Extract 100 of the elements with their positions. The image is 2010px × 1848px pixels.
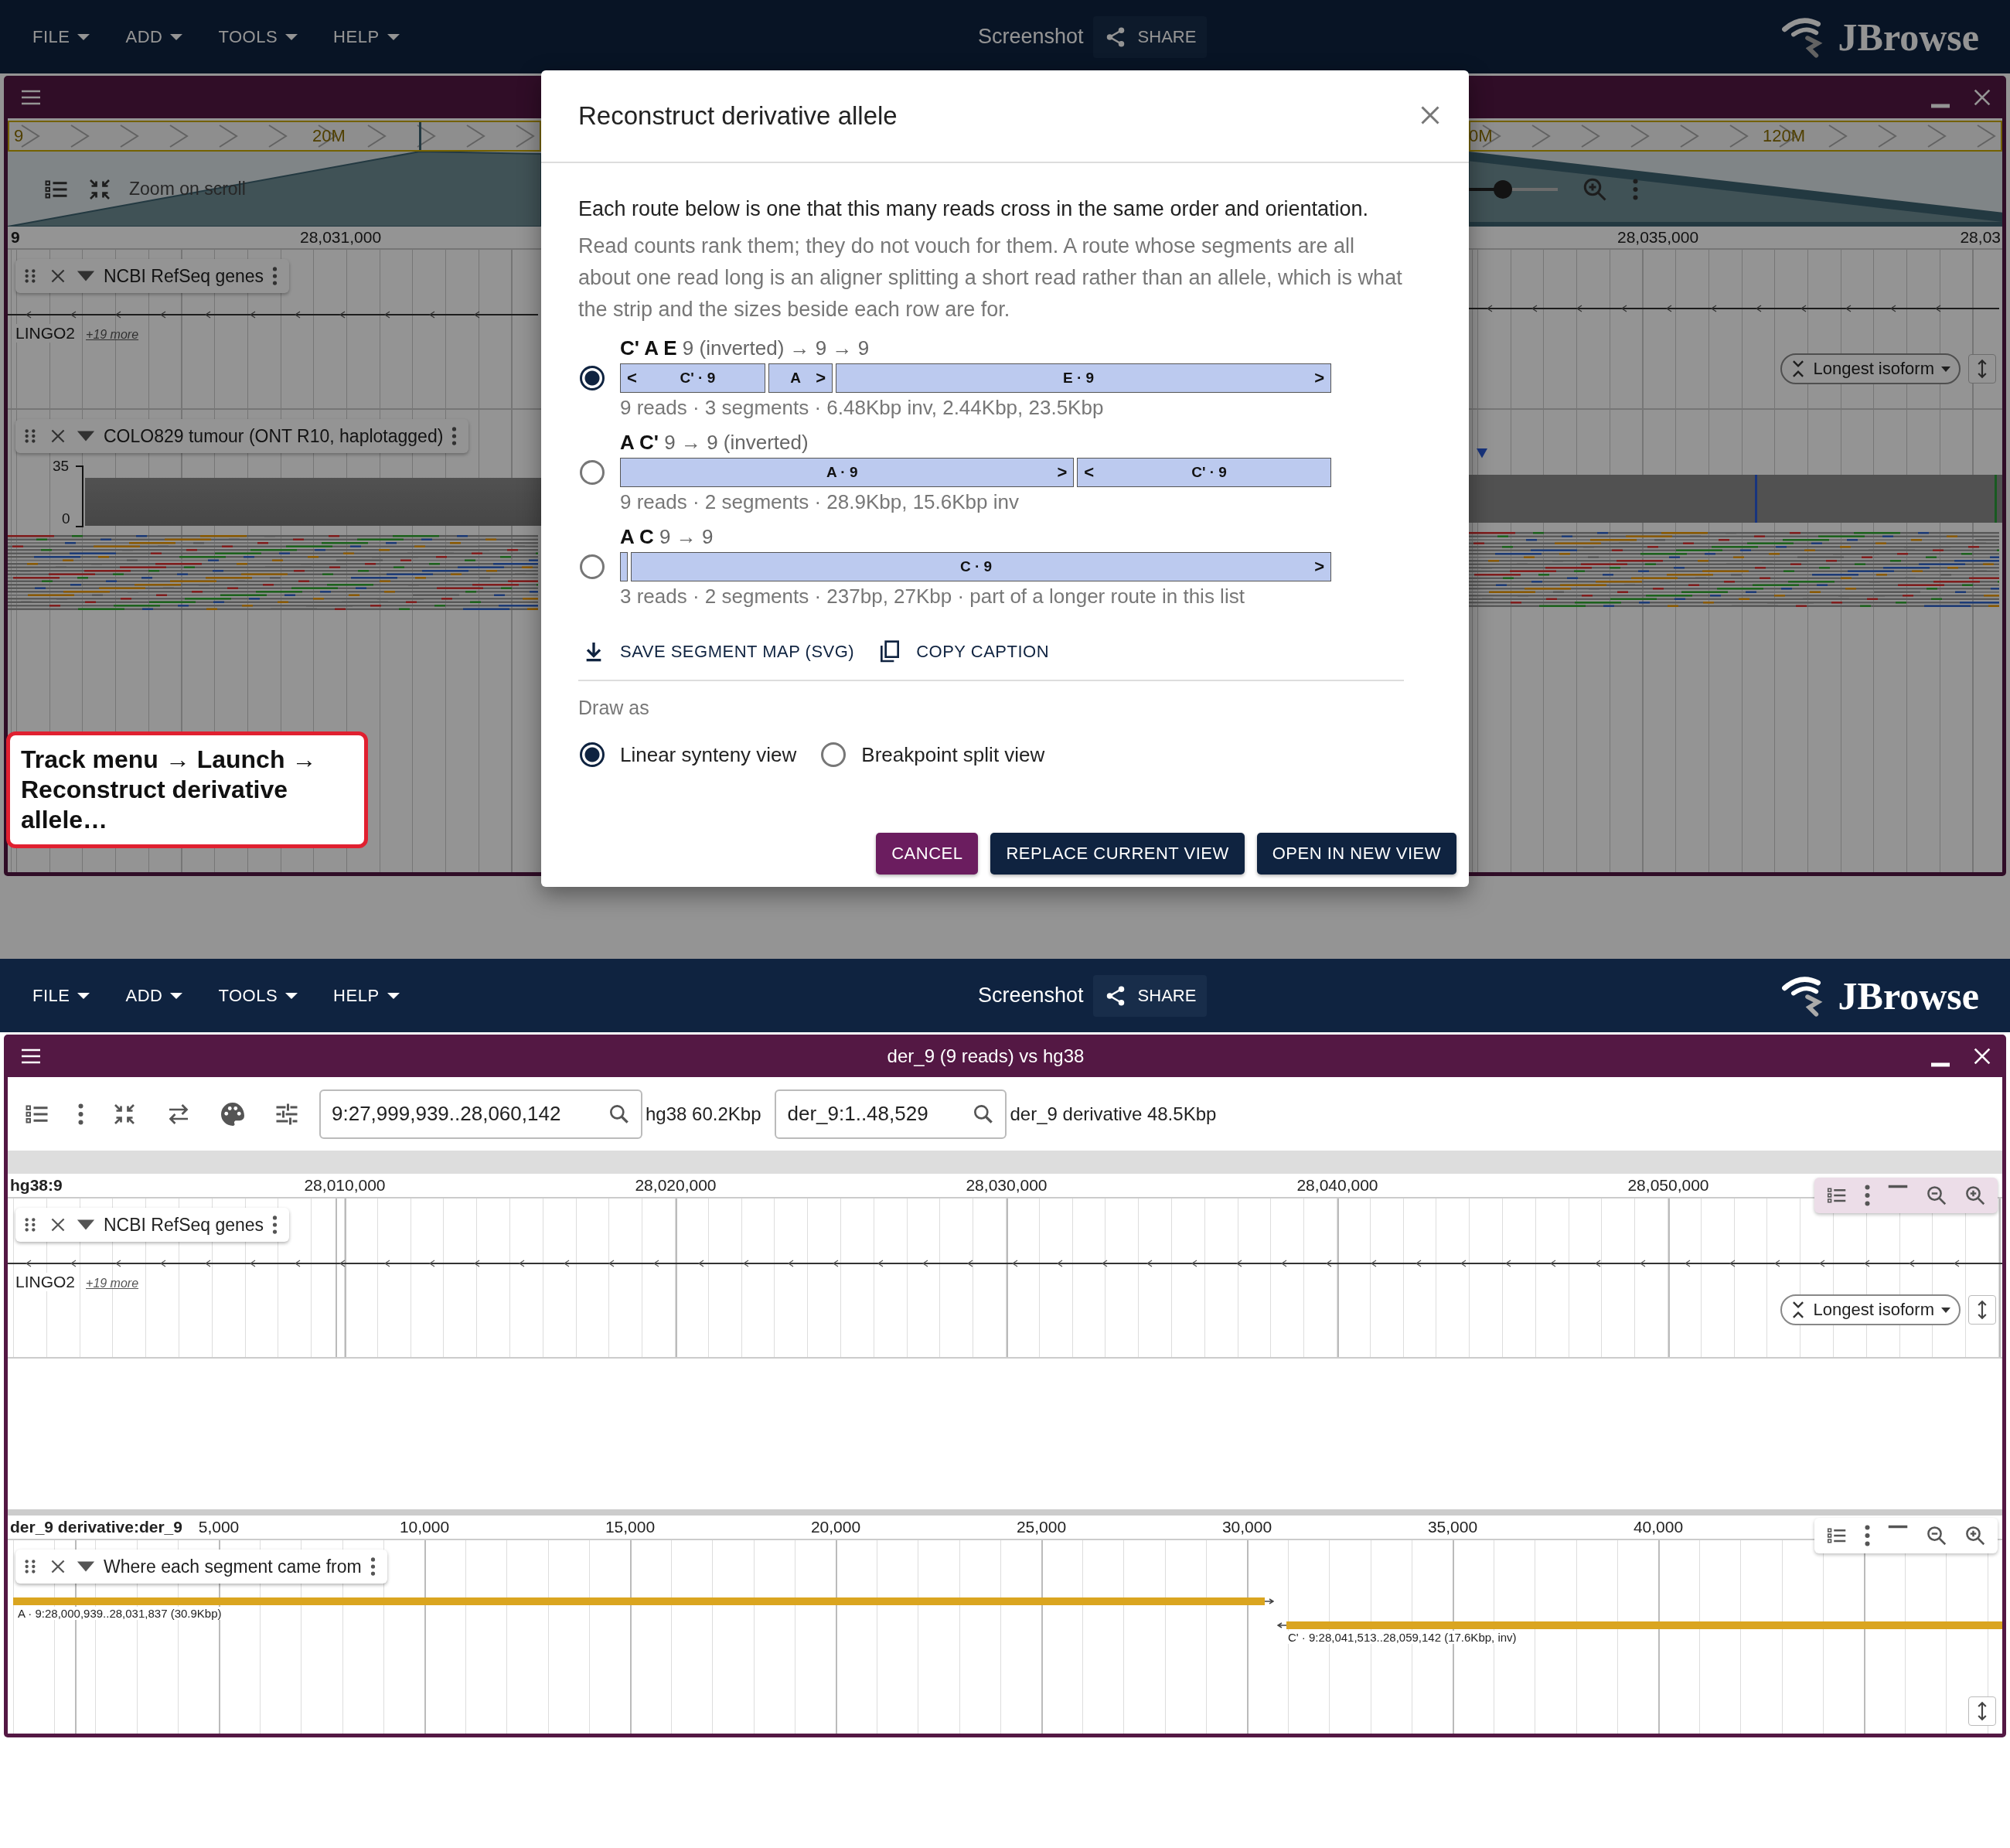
section-label: Draw as (578, 697, 650, 719)
action-button[interactable]: SAVE SEGMENT MAP (SVG) (581, 635, 855, 669)
ruler-label: 9 (11, 228, 20, 247)
session-title: Screenshot (978, 984, 1084, 1008)
segment-label: C' · 9:28,041,513..28,059,142 (17.6Kbp, inv) (1288, 1631, 1517, 1644)
resize-button[interactable] (1968, 354, 1996, 384)
caret-icon (387, 992, 400, 999)
segment-label: A · 9:28,000,939..28,031,837 (30.9Kbp) (18, 1607, 222, 1620)
marker-icon (1477, 448, 1487, 459)
radio-button[interactable] (821, 742, 847, 767)
more-icon (271, 1215, 279, 1235)
radio-button[interactable] (580, 554, 605, 579)
ruler-label: 10,000 (399, 1518, 450, 1536)
track-name: Where each segment came from (104, 1556, 362, 1577)
route-label: A C 9 → 9 (620, 525, 714, 549)
resize-icon (1978, 1701, 1987, 1721)
assembly-label: der_9 derivative 48.5Kbp (1010, 1103, 1217, 1125)
segment-block: E · 9 > (836, 363, 1331, 393)
dialog-title: Reconstruct derivative allele (578, 101, 898, 131)
ruler-label: 28,050,000 (1627, 1176, 1709, 1195)
zoom-in-icon (1964, 1184, 1987, 1207)
menu-button[interactable]: HELP (324, 19, 409, 55)
ruler-label: 5,000 (198, 1518, 240, 1536)
caret-icon (285, 33, 298, 40)
share-button[interactable]: SHARE (1092, 15, 1208, 58)
isoform-button[interactable]: Longest isoform (1780, 1294, 1961, 1325)
track-name: NCBI RefSeq genes (104, 265, 264, 287)
caret-icon (170, 33, 183, 40)
caret-icon (1940, 1306, 1951, 1314)
ruler-label: 28,03 (1960, 228, 2001, 247)
segment-block: < C' · 9 (620, 363, 765, 393)
cancel-button[interactable]: CANCEL (876, 833, 979, 875)
ruler-label: 40,000 (1633, 1518, 1684, 1536)
menu-button[interactable]: HELP (324, 977, 409, 1014)
ruler-label: 28,031,000 (300, 228, 382, 247)
track-name: COLO829 tumour (ONT R10, haplotagged) (104, 425, 444, 447)
route-label: C' A E 9 (inverted) → 9 → 9 (620, 336, 870, 360)
segment-block: < C' · 9 (1077, 458, 1331, 487)
caret-icon (170, 992, 183, 999)
ruler-label: 28,040,000 (1296, 1176, 1378, 1195)
segment-block: C · 9 > (631, 552, 1331, 581)
more-icon (1864, 1184, 1871, 1207)
action-button[interactable]: OPEN IN NEW VIEW (1256, 833, 1456, 875)
minus-icon (1886, 1524, 1910, 1529)
radio-button[interactable] (580, 742, 605, 767)
route-label: A C' 9 → 9 (inverted) (620, 431, 809, 455)
gene-label: LINGO2 (15, 1273, 76, 1291)
resize-button[interactable] (1968, 1295, 1996, 1325)
location-field[interactable]: der_9:1..48,529 (775, 1089, 1007, 1139)
more-icon (271, 266, 279, 286)
option-label: Linear synteny view (620, 742, 797, 767)
radio-button[interactable] (580, 366, 605, 390)
location-field[interactable]: 9:27,999,939..28,060,142 (319, 1089, 642, 1139)
zoom-slider[interactable] (1469, 179, 1558, 199)
resize-button[interactable] (1968, 1696, 1996, 1726)
action-button[interactable]: COPY CAPTION (877, 635, 1050, 669)
ruler-label: 28,020,000 (635, 1176, 717, 1195)
segment-block (620, 552, 629, 581)
more-icon (451, 426, 458, 446)
more-link[interactable]: +19 more (86, 328, 139, 342)
more-link[interactable]: +19 more (86, 1277, 139, 1291)
menu-button[interactable]: TOOLS (209, 19, 308, 55)
menu-button[interactable]: FILE (23, 977, 100, 1014)
route-summary: 9 reads · 3 segments · 6.48Kbp inv, 2.44Kbp, 23.5Kbp (620, 396, 1105, 420)
minus-icon (1886, 1184, 1910, 1189)
resize-icon (1978, 1300, 1987, 1320)
zoom-out-icon (1925, 1524, 1948, 1547)
overview-label: 120M (1763, 126, 1806, 146)
segment-block: A > (768, 363, 833, 393)
more-icon (1864, 1524, 1871, 1547)
caret-icon (77, 992, 90, 999)
more-icon (369, 1556, 376, 1577)
caret-icon (1940, 365, 1951, 373)
share-button[interactable]: SHARE (1092, 974, 1208, 1017)
caret-icon (285, 992, 298, 999)
menu-button[interactable]: TOOLS (209, 977, 308, 1014)
menu-button[interactable]: FILE (23, 19, 100, 55)
axis-label: 35 (53, 458, 70, 475)
callout: Track menu → Launch → Reconstruct derivative allele… (6, 731, 368, 849)
dialog-text: Each route below is one that this many reads cross in the same order and orientation. (578, 197, 1370, 221)
resize-icon (1978, 359, 1987, 379)
ruler-label: 20,000 (810, 1518, 861, 1536)
logo-text: JBrowse (1838, 973, 1979, 1018)
menu-button[interactable]: ADD (116, 977, 192, 1014)
view-title: der_9 (9 reads) vs hg38 (886, 1045, 1085, 1067)
axis-label: 0 (62, 510, 70, 527)
overview-label: 20M (312, 126, 346, 146)
action-button[interactable]: REPLACE CURRENT VIEW (990, 833, 1245, 875)
isoform-button[interactable]: Longest isoform (1780, 353, 1961, 384)
route-summary: 9 reads · 2 segments · 28.9Kbp, 15.6Kbp inv (620, 490, 1020, 514)
route-summary: 3 reads · 2 segments · 237bp, 27Kbp · part of a longer route in this list (620, 585, 1245, 609)
track-name: NCBI RefSeq genes (104, 1214, 264, 1236)
ruler-label: 28,030,000 (966, 1176, 1048, 1195)
ruler-label: 28,035,000 (1617, 228, 1699, 247)
session-title: Screenshot (978, 25, 1084, 49)
logo-text: JBrowse (1838, 14, 1979, 60)
dialog-note: Read counts rank them; they do not vouch for them. A route whose segments are all about one read long is an aligner splitting a short read rather than an allele, which is what the strip and the sizes beside each row are for. (578, 234, 1403, 322)
radio-button[interactable] (580, 460, 605, 485)
menu-button[interactable]: ADD (116, 19, 192, 55)
caret-icon (387, 33, 400, 40)
